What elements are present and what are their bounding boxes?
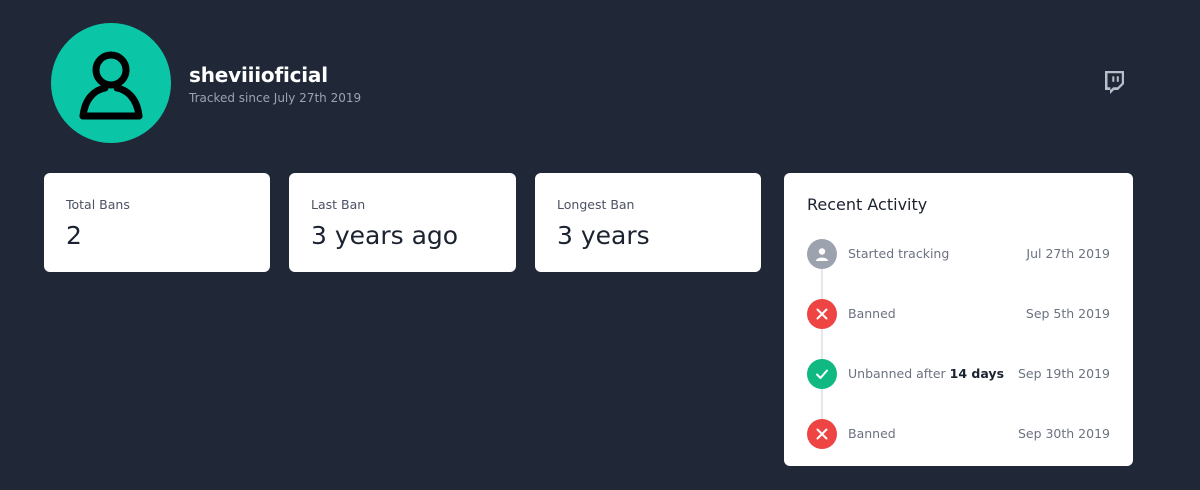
twitch-icon[interactable]: [1103, 70, 1125, 94]
activity-date: Sep 5th 2019: [1025, 306, 1110, 321]
avatar: [51, 23, 171, 143]
stat-card-total-bans: Total Bans 2: [44, 173, 270, 272]
stat-card-last-ban: Last Ban 3 years ago: [289, 173, 516, 272]
stat-label: Total Bans: [66, 197, 130, 212]
stat-value: 3 years ago: [311, 221, 459, 250]
activity-text: Banned: [848, 306, 896, 321]
activity-text-duration: 14 days: [949, 366, 1005, 381]
recent-activity-panel: Recent Activity Started tracking Jul 27t…: [784, 173, 1133, 466]
activity-item: Banned Sep 30th 2019: [784, 419, 1133, 449]
stat-card-longest-ban: Longest Ban 3 years: [535, 173, 761, 272]
activity-text: Unbanned after 14 days: [848, 366, 1004, 381]
activity-date: Sep 30th 2019: [1017, 426, 1110, 441]
stat-label: Longest Ban: [557, 197, 635, 212]
x-icon: [807, 299, 837, 329]
stat-value: 3 years: [557, 221, 650, 250]
activity-date: Sep 19th 2019: [1017, 366, 1110, 381]
activity-item: Unbanned after 14 days Sep 19th 2019: [784, 359, 1133, 389]
tracked-since: Tracked since July 27th 2019: [189, 91, 362, 105]
activity-text: Started tracking: [848, 246, 950, 261]
user-icon: [807, 239, 837, 269]
user-avatar-icon: [79, 51, 143, 120]
stat-value: 2: [66, 221, 82, 250]
activity-text: Banned: [848, 426, 896, 441]
username: sheviiioficial: [189, 63, 328, 87]
timeline-connector: [821, 389, 823, 419]
activity-item: Started tracking Jul 27th 2019: [784, 239, 1133, 269]
page: sheviiioficial Tracked since July 27th 2…: [0, 0, 1200, 490]
activity-title: Recent Activity: [807, 195, 928, 214]
timeline-connector: [821, 329, 823, 359]
x-icon: [807, 419, 837, 449]
timeline-connector: [821, 269, 823, 299]
activity-date: Jul 27th 2019: [1026, 246, 1110, 261]
activity-item: Banned Sep 5th 2019: [784, 299, 1133, 329]
check-icon: [807, 359, 837, 389]
activity-text-main: Unbanned after: [848, 366, 946, 381]
stat-label: Last Ban: [311, 197, 366, 212]
